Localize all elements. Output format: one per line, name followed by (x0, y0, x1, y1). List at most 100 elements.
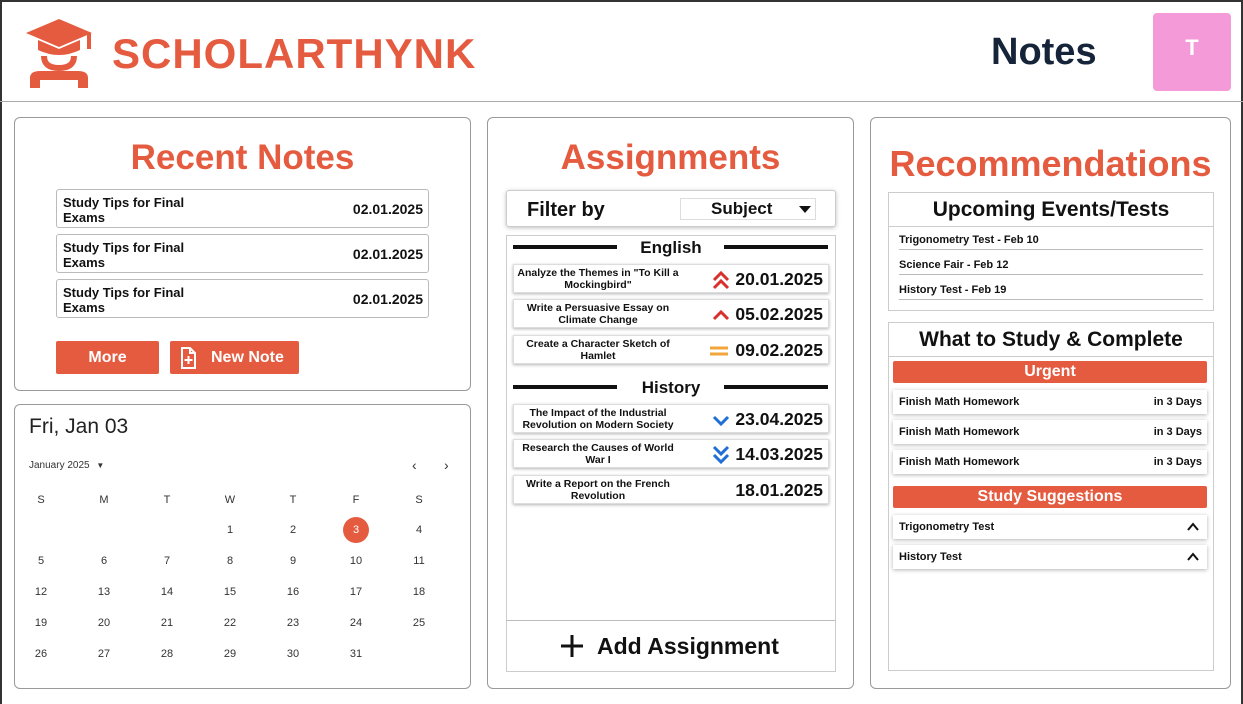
new-note-button[interactable]: New Note (170, 341, 299, 374)
calendar-day[interactable]: 24 (343, 617, 369, 629)
assignment-item[interactable]: Research the Causes of World War I 14.03… (513, 439, 829, 468)
header: SCHOLARTHYNK Notes T (0, 0, 1243, 102)
calendar-day[interactable]: 31 (343, 648, 369, 660)
calendar-day[interactable]: 26 (28, 648, 54, 660)
chevron-up-icon (1187, 522, 1199, 531)
calendar-day[interactable]: 27 (91, 648, 117, 660)
suggestion-item[interactable]: History Test (893, 545, 1207, 569)
calendar-day[interactable]: 25 (406, 617, 432, 629)
urgent-task[interactable]: Finish Math Homework in 3 Days (893, 450, 1207, 474)
calendar-day[interactable]: 15 (217, 586, 243, 598)
calendar-day[interactable]: 8 (217, 555, 243, 567)
calendar-day[interactable]: 14 (154, 586, 180, 598)
calendar-day[interactable]: 1 (217, 524, 243, 536)
calendar-month-select[interactable]: January 2025 ▼ (29, 460, 104, 471)
assignment-date: 05.02.2025 (735, 304, 823, 324)
event-item[interactable]: Trigonometry Test - Feb 10 (899, 234, 1203, 250)
assignment-item[interactable]: Write a Report on the French Revolution … (513, 475, 829, 504)
recommendations-title: Recommendations (889, 143, 1212, 184)
calendar-day[interactable]: 5 (28, 555, 54, 567)
assignment-date: 20.01.2025 (735, 269, 823, 289)
weekday-label: T (163, 494, 171, 506)
urgent-task[interactable]: Finish Math Homework in 3 Days (893, 390, 1207, 414)
calendar-day[interactable]: 21 (154, 617, 180, 629)
calendar-day[interactable]: 4 (406, 524, 432, 536)
chevron-up-icon (712, 309, 730, 321)
calendar-day[interactable]: 2 (280, 524, 306, 536)
calendar-day[interactable]: 13 (91, 586, 117, 598)
equals-icon (710, 346, 728, 356)
assignment-title: Write a Persuasive Essay on Climate Chan… (526, 302, 670, 326)
assignment-item[interactable]: Write a Persuasive Essay on Climate Chan… (513, 299, 829, 328)
avatar-initial: T (1185, 35, 1199, 60)
note-item[interactable]: Study Tips for Final Exams 02.01.2025 (56, 234, 429, 273)
calendar-day[interactable]: 9 (280, 555, 306, 567)
assignment-title: Research the Causes of World War I (522, 442, 674, 466)
weekday-label: S (37, 494, 45, 506)
next-month-button[interactable]: › (444, 457, 449, 473)
task-due: in 3 Days (1153, 396, 1202, 408)
add-assignment-button[interactable]: Add Assignment (506, 620, 836, 672)
urgent-task[interactable]: Finish Math Homework in 3 Days (893, 420, 1207, 444)
more-label: More (88, 348, 127, 366)
study-box: What to Study & Complete Urgent Finish M… (888, 322, 1214, 671)
calendar-day-selected[interactable]: 3 (343, 517, 369, 543)
note-item[interactable]: Study Tips for Final Exams 02.01.2025 (56, 279, 429, 318)
double-chevron-up-icon (712, 270, 730, 290)
note-title: Study Tips for Final Exams (63, 285, 185, 315)
calendar-day[interactable]: 12 (28, 586, 54, 598)
double-chevron-down-icon (712, 445, 730, 465)
weekday-label: W (224, 494, 236, 506)
calendar-day[interactable]: 6 (91, 555, 117, 567)
assignment-title: Write a Report on the French Revolution (526, 478, 670, 502)
calendar-day[interactable]: 28 (154, 648, 180, 660)
divider (889, 226, 1213, 227)
event-item[interactable]: Science Fair - Feb 12 (899, 259, 1203, 275)
filter-select[interactable]: Subject (680, 198, 816, 220)
note-item[interactable]: Study Tips for Final Exams 02.01.2025 (56, 189, 429, 228)
plus-icon (561, 635, 583, 657)
weekday-label: S (415, 494, 423, 506)
suggestion-name: Trigonometry Test (899, 521, 995, 533)
assignment-item[interactable]: Analyze the Themes in "To Kill a Mocking… (513, 264, 829, 293)
calendar-day[interactable]: 19 (28, 617, 54, 629)
chevron-down-icon (712, 415, 730, 427)
calendar-month-label: January 2025 (29, 460, 90, 471)
weekday-label: M (99, 494, 109, 506)
caret-down-icon (799, 206, 811, 213)
urgent-header: Urgent (893, 361, 1207, 383)
calendar-day[interactable]: 22 (217, 617, 243, 629)
study-title: What to Study & Complete (919, 328, 1183, 351)
assignment-list: English Analyze the Themes in "To Kill a… (506, 235, 836, 671)
assignment-item[interactable]: Create a Character Sketch of Hamlet 09.0… (513, 335, 829, 364)
assignments-panel: Assignments Filter by Subject English An… (487, 117, 854, 689)
calendar-day[interactable]: 18 (406, 586, 432, 598)
note-title: Study Tips for Final Exams (63, 240, 185, 270)
calendar-day[interactable]: 30 (280, 648, 306, 660)
task-due: in 3 Days (1153, 426, 1202, 438)
recent-notes-panel: Recent Notes Study Tips for Final Exams … (14, 117, 471, 391)
note-date: 02.01.2025 (352, 291, 423, 307)
weekday-label: T (289, 494, 297, 506)
calendar-day[interactable]: 17 (343, 586, 369, 598)
previous-month-button[interactable]: ‹ (412, 457, 417, 473)
calendar-day[interactable]: 7 (154, 555, 180, 567)
calendar-day[interactable]: 23 (280, 617, 306, 629)
divider (889, 356, 1213, 357)
calendar-selected-date: Fri, Jan 03 (29, 415, 129, 438)
calendar-day[interactable]: 20 (91, 617, 117, 629)
section-title-english: English (640, 238, 702, 257)
calendar-day[interactable]: 16 (280, 586, 306, 598)
calendar-day[interactable]: 29 (217, 648, 243, 660)
suggestion-item[interactable]: Trigonometry Test (893, 515, 1207, 539)
calendar-day[interactable]: 11 (406, 555, 432, 567)
calendar-day[interactable]: 10 (343, 555, 369, 567)
avatar[interactable]: T (1153, 13, 1231, 91)
recent-notes-title: Recent Notes (130, 138, 355, 177)
event-item[interactable]: History Test - Feb 19 (899, 284, 1203, 300)
filter-bar: Filter by Subject (506, 190, 836, 227)
more-button[interactable]: More (56, 341, 159, 374)
filter-value: Subject (711, 199, 773, 218)
assignment-item[interactable]: The Impact of the Industrial Revolution … (513, 404, 829, 433)
task-name: Finish Math Homework (899, 456, 1020, 468)
